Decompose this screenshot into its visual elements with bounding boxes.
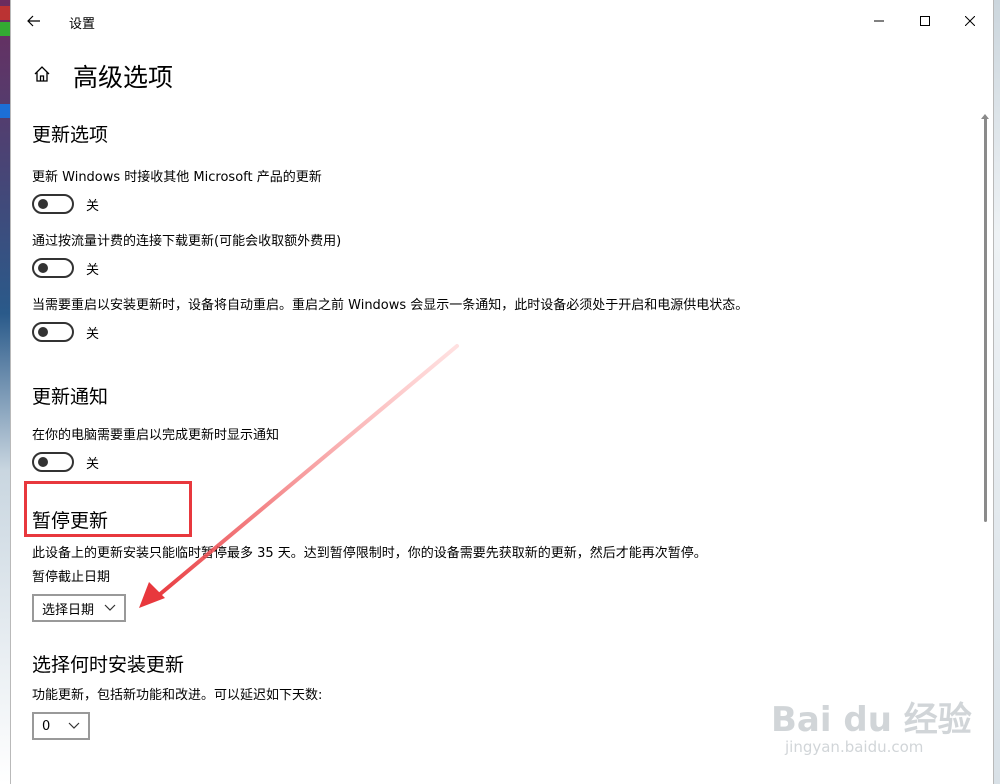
- close-button[interactable]: [947, 8, 993, 34]
- title-bar: 设置: [11, 0, 993, 42]
- maximize-button[interactable]: [902, 8, 948, 34]
- chevron-down-icon: [104, 604, 116, 611]
- window-title: 设置: [69, 17, 96, 32]
- home-icon: [34, 66, 50, 82]
- section-title-update-notifications: 更新通知: [32, 386, 109, 408]
- section-title-update-options: 更新选项: [32, 124, 109, 146]
- minimize-button[interactable]: [856, 8, 902, 34]
- maximize-icon: [920, 16, 930, 26]
- highlight-box: [24, 481, 192, 537]
- update-notifications-section: 更新通知 在你的电脑需要重启以完成更新时显示通知 关: [32, 382, 952, 478]
- desktop-icon: [0, 22, 10, 36]
- toggle-restart-notification[interactable]: [32, 452, 74, 472]
- home-button[interactable]: [33, 65, 51, 87]
- option-label-metered: 通过按流量计费的连接下载更新(可能会收取额外费用): [32, 234, 342, 249]
- desktop-left-edge: [0, 0, 10, 784]
- toggle-row-other-products: 关: [32, 188, 952, 220]
- desktop-icon: [0, 6, 10, 20]
- toggle-state-label: 关: [86, 326, 100, 342]
- toggle-metered-connection[interactable]: [32, 258, 74, 278]
- pause-description: 此设备上的更新安装只能临时暂停最多 35 天。达到暂停限制时，你的设备需要先获取…: [32, 546, 707, 561]
- chevron-down-icon: [68, 722, 80, 729]
- desktop-icon: [0, 104, 10, 118]
- toggle-state-label: 关: [86, 262, 100, 278]
- baidu-watermark: Bai du 经验 jingyan.baidu.com: [771, 676, 993, 776]
- option-label-other-products: 更新 Windows 时接收其他 Microsoft 产品的更新: [32, 170, 322, 185]
- scrollbar-thumb[interactable]: [984, 116, 987, 522]
- page-title: 高级选项: [73, 63, 174, 92]
- back-button[interactable]: [21, 8, 47, 34]
- toggle-state-label: 关: [86, 198, 100, 214]
- back-arrow-icon: [27, 15, 40, 27]
- settings-window: 设置 高级选项 更新选项 更新 Windows 时接收其他 Microsoft …: [10, 0, 994, 784]
- feature-defer-dropdown[interactable]: 0: [32, 712, 91, 740]
- toggle-auto-restart[interactable]: [32, 322, 74, 342]
- watermark-main: Bai du 经验: [771, 700, 972, 740]
- toggle-other-products[interactable]: [32, 194, 74, 214]
- option-label-restart-notification: 在你的电脑需要重启以完成更新时显示通知: [32, 428, 280, 443]
- toggle-row-restart-notification: 关: [32, 446, 952, 478]
- minimize-icon: [874, 20, 884, 22]
- pause-date-value: 选择日期: [42, 602, 95, 618]
- close-icon: [965, 16, 975, 26]
- toggle-state-label: 关: [86, 456, 100, 472]
- settings-content: 更新选项 更新 Windows 时接收其他 Microsoft 产品的更新 关 …: [32, 120, 952, 740]
- scroll-up-button[interactable]: [981, 104, 989, 119]
- toggle-row-auto-restart: 关: [32, 316, 952, 348]
- pause-date-dropdown[interactable]: 选择日期: [32, 594, 127, 622]
- option-label-auto-restart: 当需要重启以安装更新时，设备将自动重启。重启之前 Windows 会显示一条通知…: [32, 298, 749, 313]
- toggle-row-metered: 关: [32, 252, 952, 284]
- update-options-section: 更新选项 更新 Windows 时接收其他 Microsoft 产品的更新 关 …: [32, 120, 952, 348]
- pause-date-label: 暂停截止日期: [32, 570, 111, 585]
- feature-defer-value: 0: [42, 718, 51, 734]
- watermark-sub: jingyan.baidu.com: [785, 738, 924, 756]
